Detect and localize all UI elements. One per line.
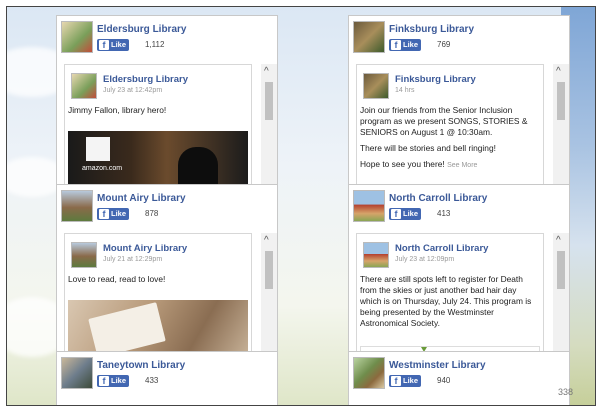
- post-timestamp[interactable]: July 23 at 12:42pm: [103, 87, 162, 94]
- facebook-icon: f: [99, 209, 109, 219]
- page-name-link[interactable]: Finksburg Library: [389, 24, 474, 35]
- like-button[interactable]: f Like: [389, 208, 422, 220]
- facebook-widget-westminster: Westminster Library f Like 940: [348, 351, 570, 405]
- scrollbar-thumb[interactable]: [265, 251, 273, 289]
- page-name-link[interactable]: Eldersburg Library: [97, 24, 186, 35]
- page-avatar[interactable]: [353, 357, 385, 389]
- post-item: North Carroll Library July 23 at 12:09pm…: [356, 233, 544, 351]
- widget-header: North Carroll Library f Like 413: [349, 185, 569, 225]
- post-photo[interactable]: [68, 300, 248, 351]
- video-figure: [178, 147, 218, 186]
- facebook-widget-north-carroll: North Carroll Library f Like 413 North Ca…: [348, 184, 570, 352]
- post-author-avatar[interactable]: [363, 242, 389, 268]
- book-figure: [88, 302, 166, 351]
- widget-header: Taneytown Library f Like 433: [57, 352, 277, 392]
- post-author-avatar[interactable]: [71, 242, 97, 268]
- slide-frame: Eldersburg Library f Like 1,112 Eldersbur…: [6, 6, 596, 406]
- like-button[interactable]: f Like: [97, 375, 130, 387]
- like-button[interactable]: f Like: [97, 39, 130, 51]
- post-text: Jimmy Fallon, library hero!: [68, 105, 167, 115]
- like-count: 413: [437, 209, 451, 218]
- facebook-icon: f: [391, 376, 401, 386]
- page-avatar[interactable]: [61, 190, 93, 222]
- page-name-link[interactable]: North Carroll Library: [389, 193, 487, 204]
- post-author-avatar[interactable]: [363, 73, 389, 99]
- scrollbar[interactable]: ^: [261, 233, 277, 351]
- post-author-avatar[interactable]: [71, 73, 97, 99]
- like-button[interactable]: f Like: [97, 208, 130, 220]
- page-name-link[interactable]: Westminster Library: [389, 360, 486, 371]
- post-author-link[interactable]: Eldersburg Library: [103, 74, 188, 85]
- post-item: Eldersburg Library July 23 at 12:42pm Ji…: [64, 64, 252, 186]
- like-button[interactable]: f Like: [389, 375, 422, 387]
- facebook-icon: f: [391, 209, 401, 219]
- like-count: 769: [437, 40, 451, 49]
- like-button[interactable]: f Like: [389, 39, 422, 51]
- post-text: Join our friends from the Senior Inclusi…: [360, 105, 528, 169]
- like-count: 433: [145, 376, 159, 385]
- facebook-icon: f: [391, 40, 401, 50]
- widget-header: Finksburg Library f Like 769: [349, 16, 569, 56]
- see-more-link[interactable]: See More: [447, 162, 477, 169]
- post-author-link[interactable]: Finksburg Library: [395, 74, 476, 85]
- facebook-widget-taneytown: Taneytown Library f Like 433: [56, 351, 278, 405]
- page-name-link[interactable]: Mount Airy Library: [97, 193, 186, 204]
- media-caption: amazon.com: [82, 165, 123, 172]
- video-figure: [86, 137, 110, 161]
- like-count: 878: [145, 209, 159, 218]
- facebook-widget-eldersburg: Eldersburg Library f Like 1,112 Eldersbur…: [56, 15, 278, 187]
- post-item: Finksburg Library 14 hrs Join our friend…: [356, 64, 544, 186]
- page-avatar[interactable]: [353, 21, 385, 53]
- facebook-icon: f: [99, 40, 109, 50]
- scrollbar-thumb[interactable]: [557, 251, 565, 289]
- scroll-up-icon[interactable]: ^: [556, 235, 561, 246]
- page-avatar[interactable]: [61, 21, 93, 53]
- facebook-icon: f: [99, 376, 109, 386]
- widget-header: Mount Airy Library f Like 878: [57, 185, 277, 225]
- post-timestamp[interactable]: July 21 at 12:29pm: [103, 256, 162, 263]
- post-author-link[interactable]: North Carroll Library: [395, 243, 488, 254]
- like-count: 940: [437, 376, 451, 385]
- scrollbar[interactable]: ^: [553, 64, 569, 186]
- widget-header: Eldersburg Library f Like 1,112: [57, 16, 277, 56]
- page-number: 338: [557, 387, 573, 397]
- post-timestamp[interactable]: July 23 at 12:09pm: [395, 256, 454, 263]
- scroll-up-icon[interactable]: ^: [264, 235, 269, 246]
- scroll-up-icon[interactable]: ^: [556, 66, 561, 77]
- page-avatar[interactable]: [353, 190, 385, 222]
- page-avatar[interactable]: [61, 357, 93, 389]
- post-author-link[interactable]: Mount Airy Library: [103, 243, 187, 254]
- scrollbar-thumb[interactable]: [265, 82, 273, 120]
- scrollbar-thumb[interactable]: [557, 82, 565, 120]
- post-item: Mount Airy Library July 21 at 12:29pm Lo…: [64, 233, 252, 351]
- post-timestamp[interactable]: 14 hrs: [395, 87, 414, 94]
- post-text: Love to read, read to love!: [68, 274, 166, 284]
- widget-header: Westminster Library f Like 940: [349, 352, 569, 392]
- scrollbar[interactable]: ^: [553, 233, 569, 351]
- scrollbar[interactable]: ^: [261, 64, 277, 186]
- page-name-link[interactable]: Taneytown Library: [97, 360, 185, 371]
- post-text: There are still spots left to register f…: [360, 274, 532, 328]
- facebook-widget-mount-airy: Mount Airy Library f Like 878 Mount Airy …: [56, 184, 278, 352]
- facebook-widget-finksburg: Finksburg Library f Like 769 Finksburg Li…: [348, 15, 570, 187]
- scroll-up-icon[interactable]: ^: [264, 66, 269, 77]
- like-count: 1,112: [145, 40, 165, 49]
- post-video-thumbnail[interactable]: amazon.com: [68, 131, 248, 186]
